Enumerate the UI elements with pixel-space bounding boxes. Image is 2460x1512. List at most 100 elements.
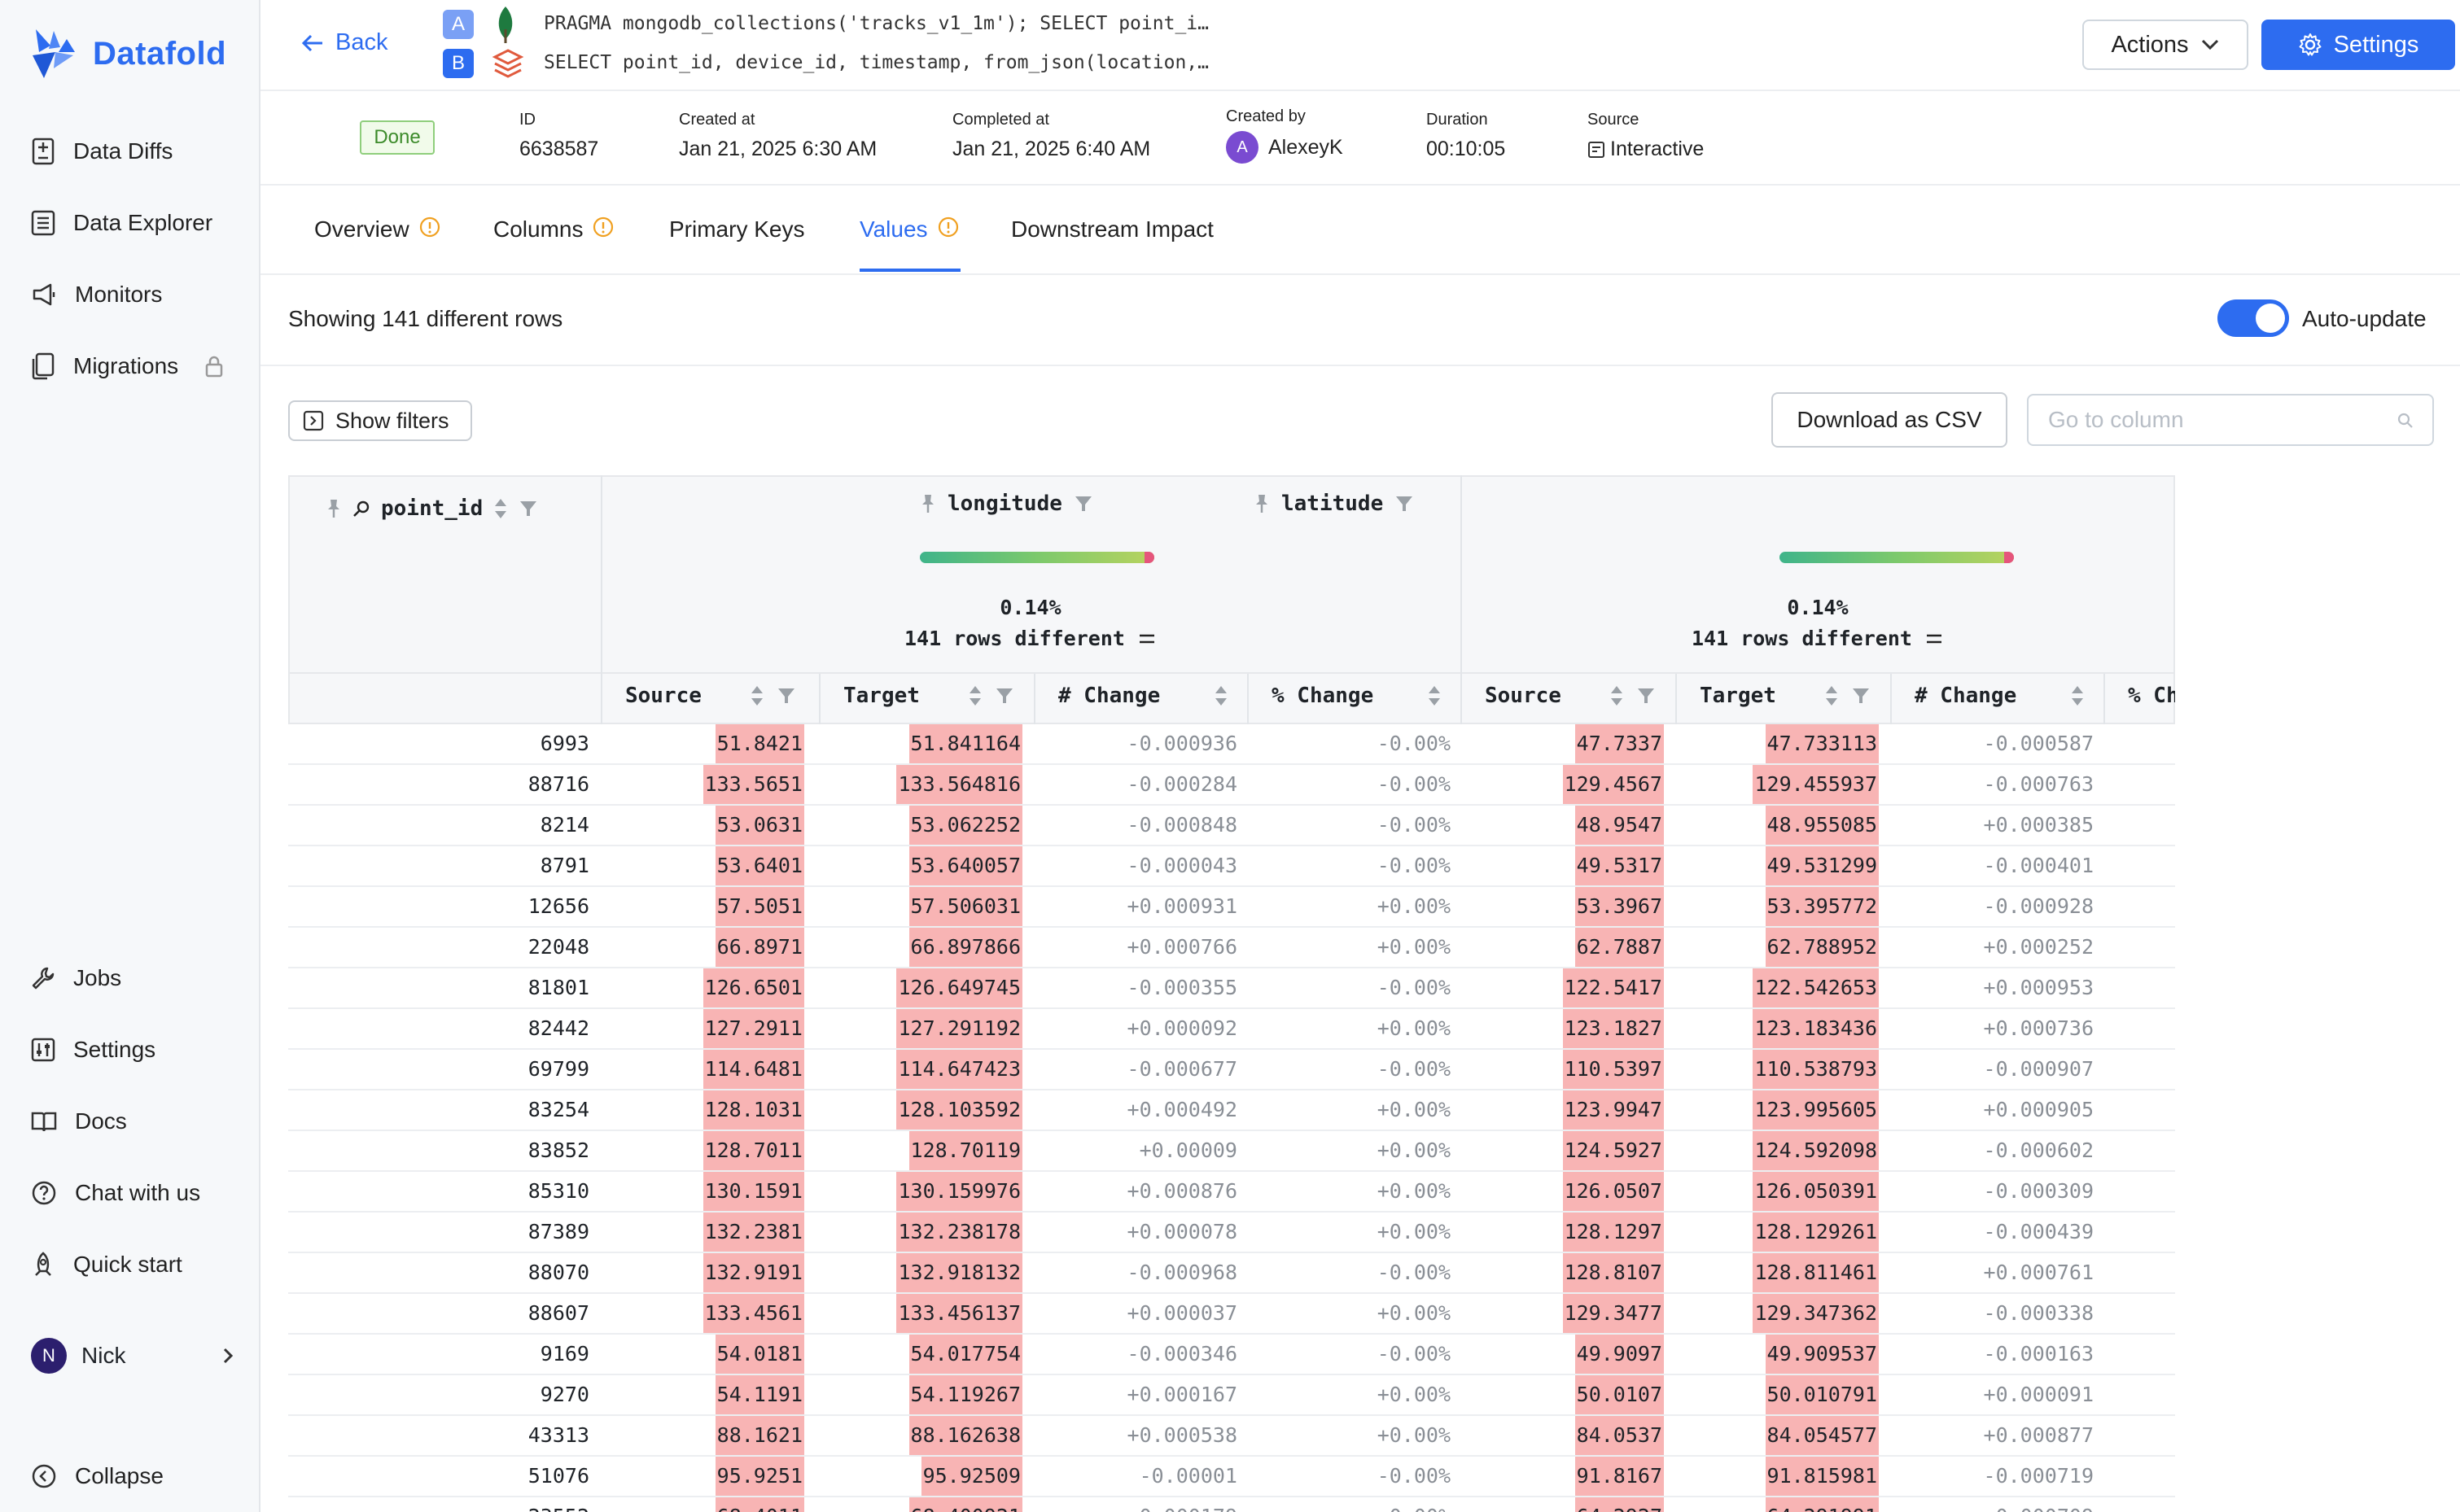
pin-icon[interactable] — [326, 498, 342, 519]
table-row[interactable]: 23552 68.4011 68.400921 -0.000179 -0.00% 64.2… — [288, 1497, 2175, 1512]
sidebar-item-data-diffs[interactable]: Data Diffs — [31, 132, 173, 171]
back-button[interactable]: Back — [301, 29, 387, 56]
filter-icon[interactable] — [777, 687, 796, 705]
sidebar-item-quick-start[interactable]: Quick start — [31, 1245, 182, 1284]
table-row[interactable]: 87389 132.2381 132.238178 +0.000078 +0.00% 12… — [288, 1213, 2175, 1253]
logo[interactable]: Datafold — [31, 28, 226, 80]
table-row[interactable]: 43313 88.1621 88.162638 +0.000538 +0.00% 84.0… — [288, 1416, 2175, 1457]
search-icon[interactable] — [352, 499, 371, 518]
source-value-cell: 127.2911 — [601, 1009, 804, 1048]
tab-overview[interactable]: Overview — [314, 216, 440, 267]
pct-change-cell: +0.00% — [1377, 1098, 1451, 1121]
sort-icon[interactable] — [749, 684, 765, 707]
subheader-source[interactable]: Source — [1485, 684, 1656, 708]
table-row[interactable]: 8791 53.6401 53.640057 -0.000043 -0.00% 49.53… — [288, 846, 2175, 887]
table-row[interactable]: 6993 51.8421 51.841164 -0.000936 -0.00% 47.73… — [288, 724, 2175, 765]
sidebar-item-data-explorer[interactable]: Data Explorer — [31, 203, 212, 243]
source-value-cell: 128.1031 — [601, 1090, 804, 1130]
table-row[interactable]: 9169 54.0181 54.017754 -0.000346 -0.00% 49.90… — [288, 1335, 2175, 1375]
subheader-target[interactable]: Target — [843, 684, 1014, 708]
avatar: N — [31, 1338, 67, 1374]
sidebar-item-label: Quick start — [73, 1252, 182, 1277]
sort-icon[interactable] — [1609, 684, 1625, 707]
pct-change-cell: +0.00% — [2103, 1090, 2175, 1130]
chevron-down-icon — [2201, 39, 2218, 50]
arrow-left-icon — [301, 34, 322, 51]
subheader-change[interactable]: % Change — [1272, 684, 1442, 708]
sidebar-item-docs[interactable]: Docs — [31, 1102, 127, 1141]
sidebar-item-monitors[interactable]: Monitors — [31, 275, 162, 314]
diff-highlight: 122.5417 — [1562, 968, 1664, 1007]
sort-icon[interactable] — [1426, 684, 1442, 707]
tab-primary-keys[interactable]: Primary Keys — [669, 216, 804, 267]
point-id-cell: 22048 — [527, 935, 589, 959]
table-body: 6993 51.8421 51.841164 -0.000936 -0.00% 47.73… — [288, 724, 2175, 1512]
pin-icon[interactable] — [1254, 493, 1270, 514]
user-menu[interactable]: N Nick — [31, 1338, 234, 1374]
settings-button[interactable]: Settings — [2261, 20, 2455, 70]
filter-icon[interactable] — [995, 687, 1014, 705]
subheader-change[interactable]: # Change — [1058, 684, 1229, 708]
tab-downstream-impact[interactable]: Downstream Impact — [1011, 216, 1214, 267]
subheader-target[interactable]: Target — [1700, 684, 1871, 708]
table-row[interactable]: 88716 133.5651 133.564816 -0.000284 -0.00% 12… — [288, 765, 2175, 806]
abs-change-cell: +0.000078 — [1127, 1220, 1237, 1243]
pct-change-cell: +0.00% — [1377, 894, 1451, 918]
diff-highlight: 49.531299 — [1765, 846, 1879, 885]
auto-update-toggle[interactable] — [2217, 299, 2289, 337]
go-to-column-field[interactable] — [2027, 394, 2434, 446]
mongodb-leaf-icon — [498, 7, 513, 43]
filter-icon[interactable] — [1851, 687, 1871, 705]
filter-icon[interactable] — [519, 500, 538, 518]
table-row[interactable]: 22048 66.8971 66.897866 +0.000766 +0.00% 62.7… — [288, 928, 2175, 968]
table-row[interactable]: 82442 127.2911 127.291192 +0.000092 +0.00% 12… — [288, 1009, 2175, 1050]
table-row[interactable]: 83254 128.1031 128.103592 +0.000492 +0.00% 12… — [288, 1090, 2175, 1131]
filter-icon[interactable] — [1636, 687, 1656, 705]
go-to-column-input[interactable] — [2046, 395, 2392, 444]
diff-highlight: 128.811461 — [1753, 1253, 1879, 1292]
sort-icon[interactable] — [1823, 684, 1840, 707]
sort-icon[interactable] — [492, 497, 509, 520]
tab-columns[interactable]: Columns — [493, 216, 614, 267]
sort-icon[interactable] — [967, 684, 983, 707]
table-row[interactable]: 8214 53.0631 53.062252 -0.000848 -0.00% 48.95… — [288, 806, 2175, 846]
subheader-source[interactable]: Source — [625, 684, 796, 708]
table-row[interactable]: 81801 126.6501 126.649745 -0.000355 -0.00% 12… — [288, 968, 2175, 1009]
diff-highlight: 47.7337 — [1574, 724, 1664, 763]
pct-change-cell: +0.00% — [1377, 1301, 1451, 1325]
diff-highlight: 88.1621 — [715, 1416, 804, 1455]
collapse-button[interactable]: Collapse — [31, 1457, 164, 1496]
table-row[interactable]: 83852 128.7011 128.70119 +0.00009 +0.00% 124.… — [288, 1131, 2175, 1172]
sort-icon[interactable] — [2069, 684, 2086, 707]
show-filters-button[interactable]: Show filters — [288, 400, 472, 441]
table-row[interactable]: 69799 114.6481 114.647423 -0.000677 -0.00% 11… — [288, 1050, 2175, 1090]
table-row[interactable]: 88607 133.4561 133.456137 +0.000037 +0.00% 12… — [288, 1294, 2175, 1335]
sidebar-item-settings[interactable]: Settings — [31, 1030, 155, 1069]
equals-icon — [1927, 634, 1941, 644]
pin-icon[interactable] — [920, 493, 936, 514]
diff-highlight: 123.183436 — [1753, 1009, 1879, 1048]
sort-icon[interactable] — [1213, 684, 1229, 707]
sidebar-item-jobs[interactable]: Jobs — [31, 959, 121, 998]
tab-values[interactable]: Values — [860, 216, 959, 267]
table-row[interactable]: 12656 57.5051 57.506031 +0.000931 +0.00% 53.3… — [288, 887, 2175, 928]
diff-highlight: 64.2927 — [1574, 1497, 1664, 1512]
diff-highlight: 133.456137 — [896, 1294, 1022, 1333]
actions-button[interactable]: Actions — [2082, 20, 2248, 70]
table-row[interactable]: 85310 130.1591 130.159976 +0.000876 +0.00% 12… — [288, 1172, 2175, 1213]
target-value-cell: 122.542653 — [1675, 968, 1879, 1007]
filter-icon[interactable] — [1074, 495, 1093, 513]
table-row[interactable]: 88070 132.9191 132.918132 -0.000968 -0.00% 12… — [288, 1253, 2175, 1294]
table-row[interactable]: 51076 95.9251 95.92509 -0.00001 -0.00% 91.816… — [288, 1457, 2175, 1497]
download-csv-button[interactable]: Download as CSV — [1771, 392, 2007, 448]
subheader-change[interactable]: % Change — [2128, 684, 2175, 708]
subheader-change[interactable]: # Change — [1915, 684, 2086, 708]
target-value-cell: 47.733113 — [1675, 724, 1879, 763]
pct-change-cell: -0.00% — [2103, 1497, 2175, 1512]
point-id-cell: 87389 — [527, 1220, 589, 1243]
abs-change-cell: -0.000439 — [1983, 1220, 2094, 1243]
table-row[interactable]: 9270 54.1191 54.119267 +0.000167 +0.00% 50.01… — [288, 1375, 2175, 1416]
filter-icon[interactable] — [1394, 495, 1414, 513]
sidebar-item-chat[interactable]: Chat with us — [31, 1173, 200, 1213]
sidebar-item-migrations[interactable]: Migrations — [31, 347, 224, 386]
